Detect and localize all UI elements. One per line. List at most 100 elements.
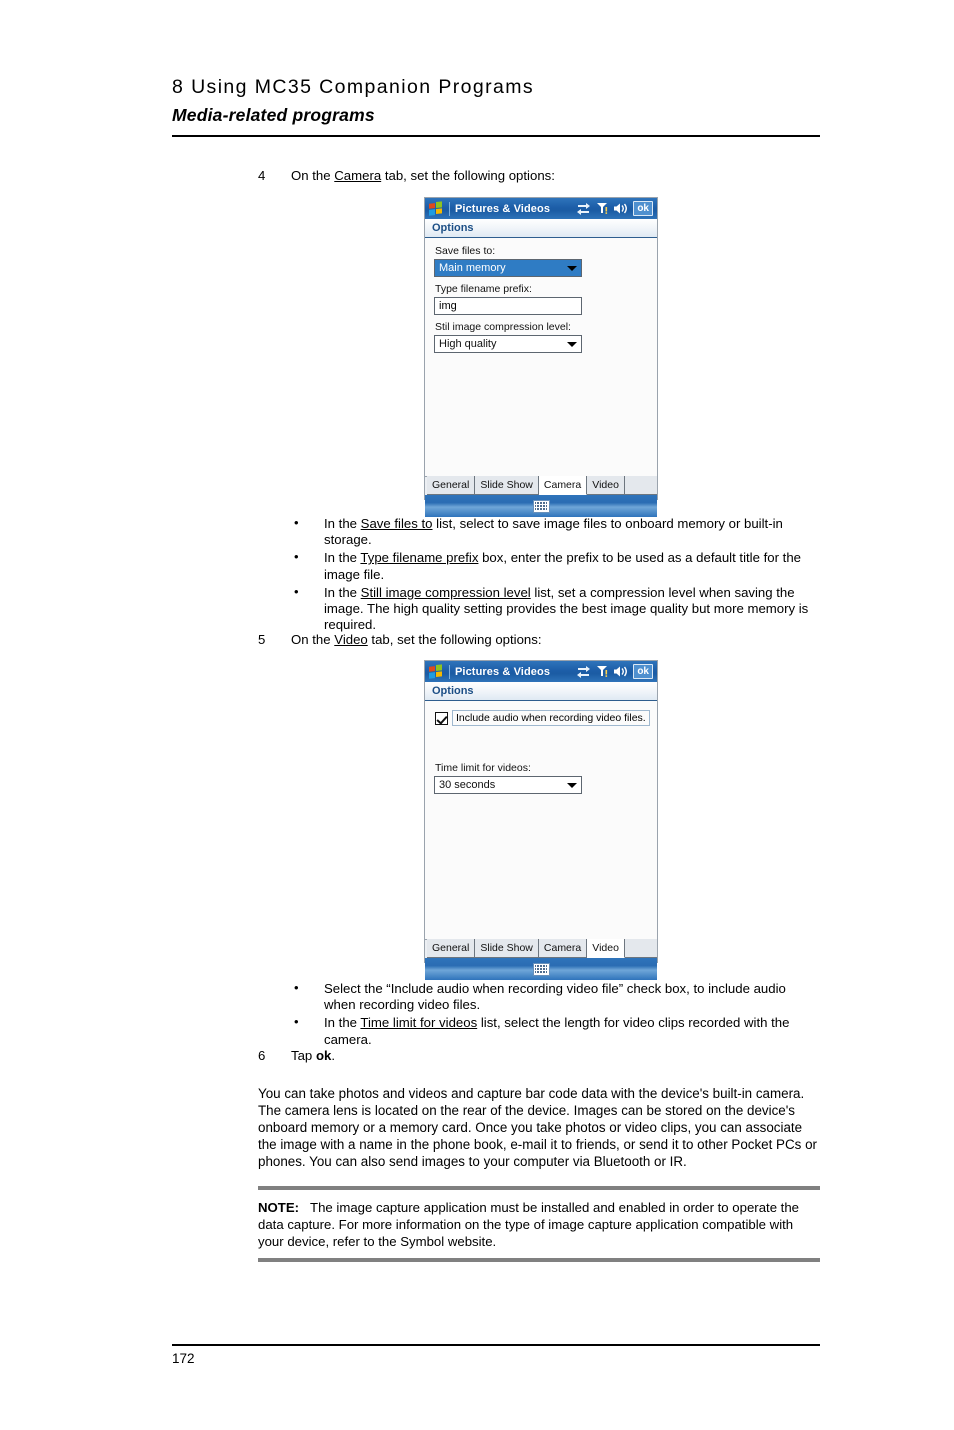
volume-icon[interactable] bbox=[613, 665, 628, 678]
document-page: 8 Using MC35 Companion Programs Media-re… bbox=[0, 0, 954, 1430]
bullet-pre: Select the “Include audio when recording… bbox=[324, 981, 786, 1013]
list-item: • In the Type filename prefix box, enter… bbox=[280, 549, 820, 582]
title-divider bbox=[449, 664, 450, 679]
tab-video[interactable]: Video bbox=[587, 476, 625, 495]
bullet-pre: In the bbox=[324, 584, 361, 600]
save-files-to-value: Main memory bbox=[439, 262, 506, 274]
bullet-link: Save files to bbox=[360, 516, 433, 531]
chevron-down-icon bbox=[567, 342, 577, 347]
bullet-link: Type filename prefix bbox=[360, 550, 479, 566]
windows-flag-icon bbox=[429, 201, 444, 216]
compression-level-value: High quality bbox=[439, 338, 497, 350]
include-audio-checkbox-row[interactable]: Include audio when recording video files… bbox=[435, 710, 650, 726]
bullet-pre: In the bbox=[324, 1015, 361, 1031]
bullet-list-camera: • In the Save files to list, select to s… bbox=[280, 515, 820, 635]
time-limit-dropdown[interactable]: 30 seconds bbox=[434, 776, 582, 794]
volume-icon[interactable] bbox=[613, 202, 628, 215]
note-text: The image capture application must be in… bbox=[258, 1200, 800, 1249]
pda-subbar-title: Options bbox=[432, 685, 474, 697]
save-files-to-label: Save files to: bbox=[435, 245, 496, 257]
pda-subbar: Options bbox=[425, 682, 657, 701]
sip-keyboard-icon[interactable] bbox=[532, 499, 550, 513]
checkbox-checked-icon[interactable] bbox=[435, 711, 448, 725]
screenshot-camera-options: Pictures & Videos ok Options Save files … bbox=[424, 197, 658, 517]
bullet-link: Time limit for videos bbox=[360, 1015, 478, 1031]
tab-general[interactable]: General bbox=[427, 939, 476, 958]
pda-client-area: Save files to: Main memory Type filename… bbox=[425, 238, 657, 476]
bullet-pre: In the bbox=[324, 550, 361, 566]
pda-subbar: Options bbox=[425, 219, 657, 238]
step-6-text: Tap ok. bbox=[291, 1048, 818, 1064]
pda-client-area: Include audio when recording video files… bbox=[425, 701, 657, 939]
step-5-pre: On the bbox=[291, 632, 335, 647]
pda-subbar-title: Options bbox=[432, 222, 474, 234]
pda-title-bar: Pictures & Videos ok bbox=[425, 661, 657, 682]
pda-title-icons: ok bbox=[576, 664, 654, 679]
bullet-marker: • bbox=[294, 515, 299, 530]
tab-slide-show[interactable]: Slide Show bbox=[475, 476, 539, 495]
save-files-to-dropdown[interactable]: Main memory bbox=[434, 259, 582, 277]
chapter-title: 8 Using MC35 Companion Programs bbox=[172, 76, 535, 98]
page-header: 8 Using MC35 Companion Programs Media-re… bbox=[172, 76, 820, 126]
body-paragraph: You can take photos and videos and captu… bbox=[258, 1086, 817, 1169]
connectivity-icon[interactable] bbox=[576, 202, 591, 215]
compression-level-dropdown[interactable]: High quality bbox=[434, 335, 582, 353]
tab-general[interactable]: General bbox=[427, 476, 476, 495]
step-6-pre: Tap bbox=[291, 1048, 316, 1063]
step-5-link: Video bbox=[334, 632, 368, 647]
page-number: 172 bbox=[172, 1351, 195, 1366]
pda-sip-bar bbox=[425, 495, 657, 517]
signal-icon[interactable] bbox=[596, 202, 608, 215]
chevron-down-icon bbox=[567, 783, 577, 788]
step-5: 5 On the Video tab, set the following op… bbox=[258, 632, 818, 648]
bullet-pre: In the bbox=[324, 516, 361, 531]
include-audio-label: Include audio when recording video files… bbox=[452, 710, 650, 726]
bullet-list-video: • Select the “Include audio when recordi… bbox=[280, 980, 820, 1050]
footer-rule bbox=[172, 1344, 820, 1346]
filename-prefix-input[interactable]: img bbox=[434, 297, 582, 315]
tab-video[interactable]: Video bbox=[587, 939, 625, 958]
step-6-bold: ok bbox=[315, 1048, 332, 1063]
pda-title-bar: Pictures & Videos ok bbox=[425, 198, 657, 219]
list-item: • Select the “Include audio when recordi… bbox=[280, 980, 820, 1013]
pda-tab-strip: General Slide Show Camera Video bbox=[425, 939, 657, 958]
step-6-number: 6 bbox=[258, 1048, 266, 1063]
step-5-text: On the Video tab, set the following opti… bbox=[291, 632, 818, 648]
pda-title-icons: ok bbox=[576, 201, 654, 216]
step-4-number: 4 bbox=[258, 168, 266, 183]
header-rule bbox=[172, 135, 820, 137]
sip-keyboard-icon[interactable] bbox=[532, 962, 550, 976]
signal-icon[interactable] bbox=[596, 665, 608, 678]
tab-camera[interactable]: Camera bbox=[538, 476, 588, 495]
title-divider bbox=[449, 201, 450, 216]
note-label: NOTE: bbox=[258, 1200, 300, 1215]
step-5-number: 5 bbox=[258, 632, 266, 647]
bullet-marker: • bbox=[294, 980, 299, 995]
step-6: 6 Tap ok. bbox=[258, 1048, 818, 1064]
tab-slide-show[interactable]: Slide Show bbox=[475, 939, 539, 958]
bullet-marker: • bbox=[294, 549, 299, 565]
time-limit-value: 30 seconds bbox=[439, 779, 496, 791]
note-block: NOTE: The image capture application must… bbox=[258, 1186, 820, 1262]
step-4-link: Camera bbox=[334, 168, 382, 183]
filename-prefix-value: img bbox=[439, 300, 457, 312]
list-item: • In the Time limit for videos list, sel… bbox=[280, 1014, 820, 1047]
step-4-pre: On the bbox=[291, 168, 335, 183]
bullet-link: Still image compression level bbox=[360, 584, 531, 600]
ok-button[interactable]: ok bbox=[633, 664, 653, 679]
bullet-marker: • bbox=[294, 583, 299, 599]
time-limit-label: Time limit for videos: bbox=[435, 762, 531, 774]
ok-button[interactable]: ok bbox=[633, 201, 653, 216]
pda-sip-bar bbox=[425, 958, 657, 980]
filename-prefix-label: Type filename prefix: bbox=[435, 283, 532, 295]
step-6-post: . bbox=[331, 1048, 335, 1063]
chevron-down-icon bbox=[567, 266, 577, 271]
note-bottom-rule bbox=[258, 1258, 820, 1262]
step-4-text: On the Camera tab, set the following opt… bbox=[291, 168, 818, 184]
tab-strip-filler bbox=[624, 476, 657, 495]
pda-title-text: Pictures & Videos bbox=[455, 665, 551, 678]
connectivity-icon[interactable] bbox=[576, 665, 591, 678]
section-title: Media-related programs bbox=[172, 105, 375, 125]
tab-camera[interactable]: Camera bbox=[538, 939, 588, 958]
